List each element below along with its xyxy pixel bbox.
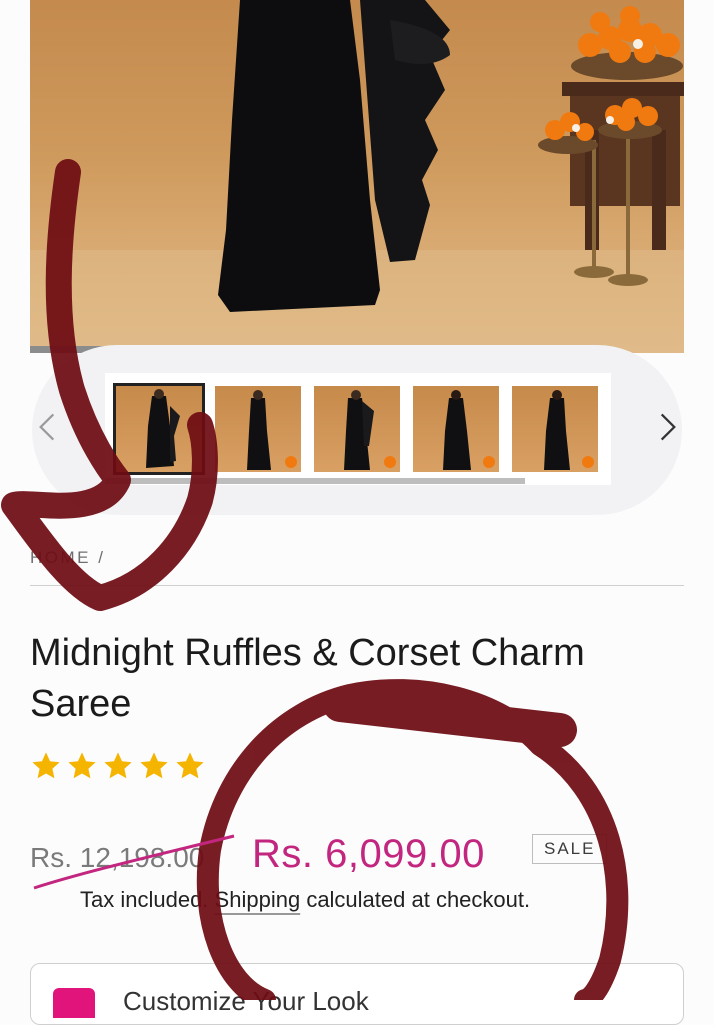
product-title: Midnight Ruffles & Corset Charm Saree — [30, 632, 585, 725]
star-icon — [32, 752, 60, 779]
thumbnail-1[interactable] — [113, 383, 205, 475]
product-main-image[interactable] — [30, 0, 684, 353]
divider — [30, 585, 684, 586]
thumbnail-2[interactable] — [215, 386, 301, 472]
thumbnail-strip — [105, 373, 611, 485]
thumbnail-3[interactable] — [314, 386, 400, 472]
breadcrumb: HOME / — [30, 548, 105, 568]
star-icon — [104, 752, 132, 779]
breadcrumb-separator: / — [98, 548, 106, 567]
tax-included-text: Tax included. — [80, 887, 209, 912]
thumbnail-scrollbar[interactable] — [105, 478, 525, 484]
customize-icon — [53, 988, 95, 1018]
thumbnail-5[interactable] — [512, 386, 598, 472]
breadcrumb-home-link[interactable]: HOME — [30, 548, 91, 567]
rating-stars — [30, 750, 206, 782]
chevron-left-icon — [39, 413, 55, 441]
star-icon — [176, 752, 204, 779]
sale-price: Rs. 6,099.00 — [252, 832, 485, 876]
next-image-button[interactable] — [653, 406, 683, 448]
original-price: Rs. 12,198.00 — [30, 842, 205, 873]
customize-your-look-button[interactable]: Customize Your Look — [30, 963, 684, 1025]
thumbnail-4[interactable] — [413, 386, 499, 472]
tax-note: Tax included. Shipping calculated at che… — [80, 887, 530, 913]
saree-photo — [30, 0, 684, 353]
shipping-calc-text: calculated at checkout. — [306, 887, 531, 912]
previous-image-button[interactable] — [32, 406, 62, 448]
star-icon — [68, 752, 96, 779]
customize-label: Customize Your Look — [123, 986, 369, 1016]
sale-badge: SALE — [532, 834, 608, 864]
star-icon — [140, 752, 168, 779]
chevron-right-icon — [660, 413, 676, 441]
shipping-link[interactable]: Shipping — [215, 887, 301, 912]
